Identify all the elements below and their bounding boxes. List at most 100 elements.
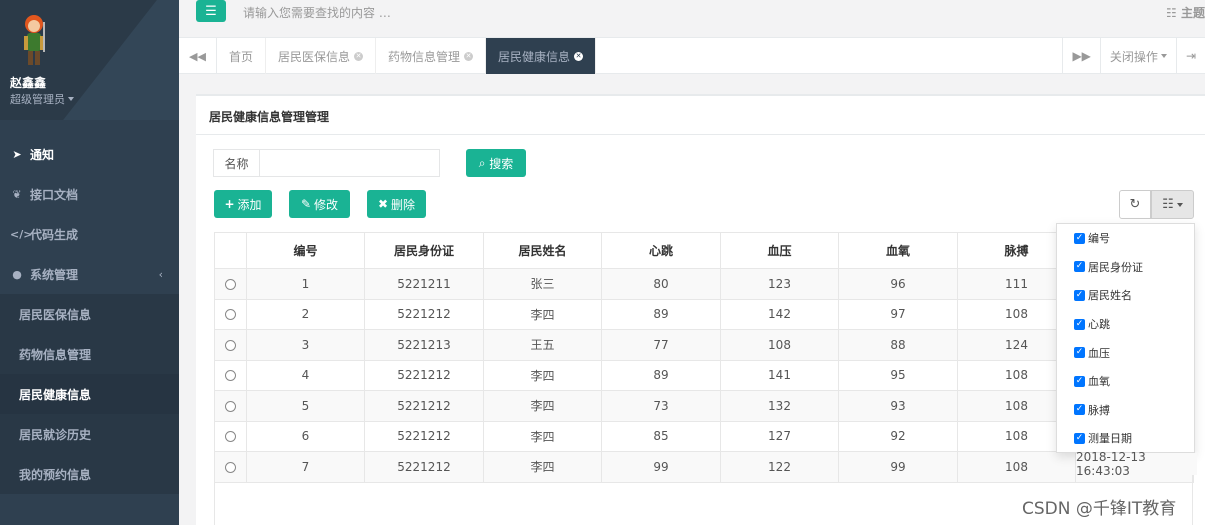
theme-menu[interactable]: ☷ 主题 [1166,4,1205,21]
column-toggle-label: 居民姓名 [1088,289,1132,303]
column-toggle-item[interactable]: ✓ 心跳 [1057,310,1194,339]
table-cell: 141 [720,359,839,391]
row-select-cell[interactable] [214,268,247,300]
row-radio[interactable] [225,461,236,473]
sidebar-item-label: 药物信息管理 [19,347,92,362]
table-cell: 李四 [483,359,602,391]
sidebar-item-label: 系统管理 [30,267,79,282]
sidebar-item-system[interactable]: ● 系统管理 ‹ [0,254,179,294]
table-row[interactable]: 4 5221212 李四 89 141 95 108 [214,359,1194,391]
user-icon: ● [12,267,22,281]
add-button[interactable]: + 添加 [214,190,272,218]
close-icon[interactable]: ✕ [354,51,364,61]
column-toggle-item[interactable]: ✓ 测量日期 [1057,424,1194,453]
column-toggle-item[interactable]: ✓ 血压 [1057,338,1194,367]
column-header[interactable]: 居民姓名 [483,232,602,269]
tabs-scroll-right-button[interactable]: ▶▶ [1062,38,1099,74]
tab-insurance[interactable]: 居民医保信息 ✕ [266,38,377,74]
checkbox-checked-icon[interactable]: ✓ [1074,232,1085,244]
table-cell: 127 [720,420,839,452]
checkbox-checked-icon[interactable]: ✓ [1074,432,1085,444]
row-select-cell[interactable] [214,451,247,483]
column-toggle-item[interactable]: ✓ 居民姓名 [1057,281,1194,310]
name-filter-input[interactable] [259,149,440,177]
row-select-cell[interactable] [214,420,247,452]
search-icon: ⌕ [478,155,490,170]
checkbox-checked-icon[interactable]: ✓ [1074,289,1085,301]
tab-health[interactable]: 居民健康信息 ✕ [486,38,597,74]
sidebar-item-api-docs[interactable]: ❦ 接口文档 [0,174,179,214]
global-search-input[interactable]: 请输入您需要查找的内容 … [243,4,391,21]
row-radio[interactable] [225,309,236,321]
table-cell: 73 [601,390,721,422]
sidebar-nav: ➤ 通知 ❦ 接口文档 </> 代码生成 ● 系统管理 ‹ 居民医保信息 药物信息管理 居… [0,134,179,494]
tabs-list: 首页 居民医保信息 ✕ 药物信息管理 ✕ 居民健康信息 ✕ [217,38,597,74]
sidebar-item-insurance[interactable]: 居民医保信息 [0,294,179,334]
column-toggle-item[interactable]: ✓ 血氧 [1057,367,1194,396]
tab-drugs[interactable]: 药物信息管理 ✕ [376,38,487,74]
checkbox-checked-icon[interactable]: ✓ [1074,318,1085,330]
column-toggle-item[interactable]: ✓ 编号 [1057,224,1194,253]
table-row[interactable]: 7 5221212 李四 99 122 99 108 [214,451,1194,483]
sidebar-item-drugs[interactable]: 药物信息管理 [0,334,179,374]
sidebar-item-health[interactable]: 居民健康信息 [0,374,179,414]
checkbox-checked-icon[interactable]: ✓ [1074,261,1085,273]
sidebar-item-notice[interactable]: ➤ 通知 [0,134,179,174]
table-cell: 80 [601,268,721,300]
menu-toggle-button[interactable]: ☰ [196,0,226,22]
logout-button[interactable]: ⇥ [1175,38,1205,74]
tab-label: 首页 [229,49,254,64]
sidebar-item-appointments[interactable]: 我的预约信息 [0,454,179,494]
close-icon[interactable]: ✕ [574,51,584,61]
sidebar-item-label: 居民就诊历史 [19,427,92,442]
refresh-button[interactable]: ↻ [1119,190,1151,219]
checkbox-checked-icon[interactable]: ✓ [1074,404,1085,416]
sidebar-item-label: 居民医保信息 [19,307,92,322]
theme-label: 主题 [1180,6,1205,20]
row-select-cell[interactable] [214,329,247,361]
edit-button[interactable]: ✎ 修改 [289,190,350,218]
tabs-scroll-left-button[interactable]: ◀◀ [179,38,217,74]
column-toggle-label: 脉搏 [1088,403,1110,417]
search-button-label: 搜索 [489,156,514,171]
close-icon[interactable]: ✕ [464,51,474,61]
column-header[interactable]: 心跳 [601,232,721,269]
column-header[interactable]: 编号 [246,232,365,269]
row-select-cell[interactable] [214,359,247,391]
table-cell: 92 [838,420,958,452]
table-row[interactable]: 2 5221212 李四 89 142 97 108 [214,298,1194,330]
table-row[interactable]: 5 5221212 李四 73 132 93 108 [214,390,1194,422]
sidebar-item-visit-history[interactable]: 居民就诊历史 [0,414,179,454]
row-radio[interactable] [225,400,236,412]
profile-panel: 赵鑫鑫 超级管理员 [0,0,179,120]
columns-toggle-button[interactable]: ☷ [1151,190,1194,219]
row-radio[interactable] [225,339,236,351]
checkbox-checked-icon[interactable]: ✓ [1074,375,1085,387]
checkbox-checked-icon[interactable]: ✓ [1074,347,1085,359]
table-row[interactable]: 3 5221213 王五 77 108 88 124 [214,329,1194,361]
row-select-cell[interactable] [214,298,247,330]
row-select-cell[interactable] [214,390,247,422]
delete-button[interactable]: ✖ 删除 [367,190,426,218]
search-button[interactable]: ⌕ 搜索 [466,149,526,177]
table-header-row: 编号 居民身份证 居民姓名 心跳 血压 血氧 脉搏 [214,232,1194,269]
column-toggle-label: 心跳 [1088,318,1110,332]
column-header[interactable]: 居民身份证 [364,232,484,269]
table-cell: 5221212 [364,420,484,452]
column-header[interactable]: 血氧 [838,232,958,269]
column-toggle-item[interactable]: ✓ 居民身份证 [1057,253,1194,282]
column-toggle-item[interactable]: ✓ 脉搏 [1057,396,1194,425]
user-role-label: 超级管理员 [10,93,65,106]
table-cell: 88 [838,329,958,361]
row-radio[interactable] [225,370,236,382]
user-role-dropdown[interactable]: 超级管理员 [10,91,74,107]
row-radio[interactable] [225,431,236,443]
table-row[interactable]: 1 5221211 张三 80 123 96 111 [214,268,1194,300]
close-operations-dropdown[interactable]: 关闭操作 [1099,38,1176,74]
table-cell: 5221212 [364,359,484,391]
row-radio[interactable] [225,278,236,290]
table-row[interactable]: 6 5221212 李四 85 127 92 108 [214,420,1194,452]
sidebar-item-codegen[interactable]: </> 代码生成 [0,214,179,254]
column-header[interactable]: 血压 [720,232,839,269]
tab-home[interactable]: 首页 [217,38,267,74]
